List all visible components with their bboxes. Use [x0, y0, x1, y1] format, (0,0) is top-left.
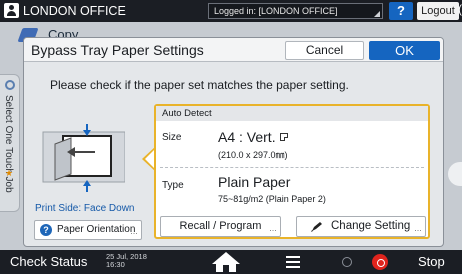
pencil-icon	[311, 222, 322, 232]
recall-program-label: Recall / Program	[179, 220, 262, 232]
stop-button[interactable]: Stop	[418, 254, 445, 269]
logout-button[interactable]: Logout	[417, 2, 459, 20]
size-value: A4 : Vert.	[218, 129, 288, 145]
paper-orientation-label: Paper Orientation	[57, 224, 136, 235]
more-dots-icon: …	[414, 224, 422, 233]
one-touch-job-tab[interactable]: Select One Touch Job ★	[0, 74, 20, 212]
paper-icon	[279, 133, 288, 141]
size-label: Size	[162, 132, 182, 143]
type-label: Type	[162, 180, 184, 191]
pin-icon	[5, 80, 15, 90]
dialog-header: Bypass Tray Paper Settings Cancel OK	[24, 38, 443, 62]
size-dimensions: (210.0 x 297.0㎜)	[218, 150, 288, 160]
auto-detect-panel: Auto Detect Size A4 : Vert. (210.0 x 297…	[154, 104, 430, 239]
bottom-bar: Check Status 25 Jul, 2018 16:30 Stop	[0, 250, 462, 274]
ok-button[interactable]: OK	[369, 41, 440, 60]
login-status-field[interactable]: Logged in: [LONDON OFFICE]	[208, 3, 383, 19]
bypass-tray-dialog: Bypass Tray Paper Settings Cancel OK Ple…	[23, 37, 444, 247]
question-icon: ?	[40, 224, 52, 236]
size-value-text: A4 : Vert.	[218, 129, 276, 145]
type-weight: 75~81g/m2 (Plain Paper 2)	[218, 194, 326, 204]
time-text: 16:30	[106, 260, 125, 269]
background-side-button[interactable]	[448, 162, 462, 186]
cancel-button[interactable]: Cancel	[285, 41, 364, 60]
more-dots-icon: …	[269, 224, 277, 233]
stop-icon[interactable]	[372, 254, 388, 270]
divider	[160, 167, 424, 168]
instruction-text: Please check if the paper set matches th…	[50, 78, 349, 92]
recall-program-button[interactable]: Recall / Program …	[160, 216, 281, 237]
change-setting-button[interactable]: Change Setting …	[296, 216, 426, 237]
home-icon[interactable]	[198, 250, 254, 274]
top-status-bar: LONDON OFFICE Logged in: [LONDON OFFICE]…	[0, 0, 462, 22]
paper-orientation-icon	[42, 124, 125, 192]
print-side-label: Print Side: Face Down	[35, 203, 135, 214]
type-value: Plain Paper	[218, 174, 291, 190]
power-icon[interactable]	[342, 257, 352, 267]
help-button[interactable]: ?	[389, 2, 413, 20]
change-setting-label: Change Setting	[331, 220, 411, 232]
office-title: LONDON OFFICE	[23, 4, 126, 18]
star-icon: ★	[5, 168, 14, 178]
check-status-button[interactable]: Check Status	[10, 254, 87, 269]
user-icon	[4, 3, 19, 18]
dialog-title: Bypass Tray Paper Settings	[31, 42, 204, 58]
paper-orientation-button[interactable]: ? Paper Orientation …	[34, 220, 142, 240]
date-time: 25 Jul, 2018 16:30	[106, 253, 147, 269]
auto-detect-header: Auto Detect	[156, 106, 428, 121]
more-dots-icon: …	[130, 227, 138, 236]
edge-glyph: (	[458, 2, 462, 16]
menu-icon[interactable]	[286, 256, 300, 268]
